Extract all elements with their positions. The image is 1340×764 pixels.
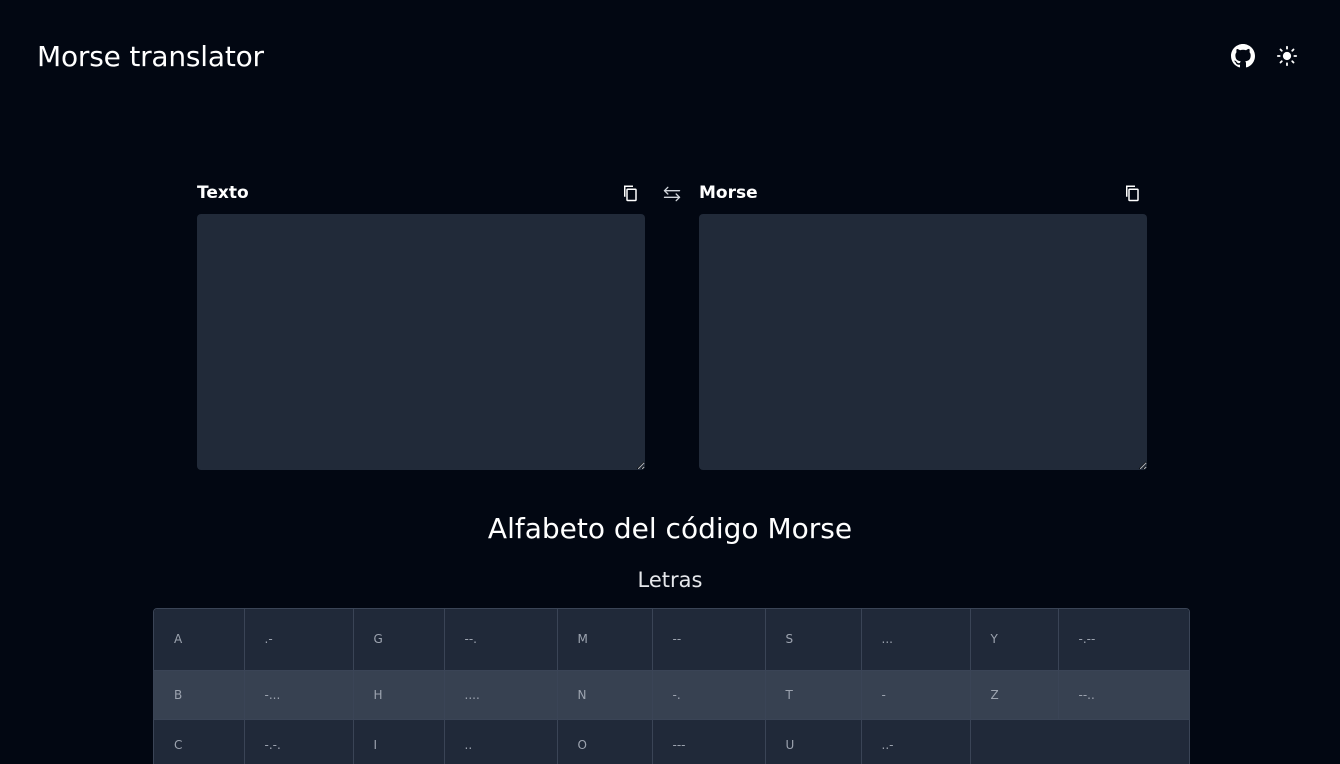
table-row: B -... H .... N -. T - Z --.. xyxy=(154,670,1189,720)
empty-cell xyxy=(970,719,1189,764)
swap-arrows-icon xyxy=(663,186,681,202)
letter-cell: G xyxy=(353,609,445,671)
letter-cell: O xyxy=(557,719,653,764)
alphabet-title: Alfabeto del código Morse xyxy=(487,512,853,545)
morse-cell: ... xyxy=(861,609,971,671)
morse-cell: --. xyxy=(444,609,558,671)
letter-cell: B xyxy=(154,670,245,720)
morse-label: Morse xyxy=(699,183,758,203)
copy-text-button[interactable] xyxy=(619,182,641,204)
letter-cell: M xyxy=(557,609,653,671)
letters-table: A .- G --. M -- S ... Y -.-- B -... H ..… xyxy=(154,609,1189,764)
morse-cell: --.. xyxy=(1058,670,1189,720)
morse-cell: -.-- xyxy=(1058,609,1189,671)
letter-cell: Y xyxy=(970,609,1059,671)
letters-title: Letras xyxy=(637,568,703,592)
table-row: A .- G --. M -- S ... Y -.-- xyxy=(154,609,1189,671)
morse-cell: .... xyxy=(444,670,558,720)
github-icon xyxy=(1231,44,1255,68)
table-row: C -.-. I .. O --- U ..- xyxy=(154,719,1189,764)
letter-cell: T xyxy=(765,670,862,720)
app-title: Morse translator xyxy=(37,40,264,73)
swap-button[interactable] xyxy=(660,182,684,206)
morse-cell: -.-. xyxy=(244,719,354,764)
letter-cell: I xyxy=(353,719,445,764)
text-label: Texto xyxy=(197,183,249,203)
text-input[interactable] xyxy=(197,214,645,470)
morse-input[interactable] xyxy=(699,214,1147,470)
github-link[interactable] xyxy=(1230,43,1256,69)
morse-panel: Morse xyxy=(699,180,1147,470)
theme-toggle-button[interactable] xyxy=(1274,43,1300,69)
text-panel-header: Texto xyxy=(197,180,645,206)
letter-cell: S xyxy=(765,609,862,671)
morse-panel-header: Morse xyxy=(699,180,1147,206)
morse-cell: -- xyxy=(652,609,766,671)
letter-cell: C xyxy=(154,719,245,764)
morse-cell: ..- xyxy=(861,719,971,764)
morse-cell: .- xyxy=(244,609,354,671)
letter-cell: A xyxy=(154,609,245,671)
morse-cell: - xyxy=(861,670,971,720)
letter-cell: Z xyxy=(970,670,1059,720)
morse-cell: -. xyxy=(652,670,766,720)
text-panel: Texto xyxy=(197,180,645,470)
morse-cell: .. xyxy=(444,719,558,764)
copy-morse-button[interactable] xyxy=(1121,182,1143,204)
morse-cell: --- xyxy=(652,719,766,764)
letter-cell: H xyxy=(353,670,445,720)
sun-icon xyxy=(1276,45,1298,67)
copy-icon xyxy=(624,185,637,202)
header-actions xyxy=(1230,43,1300,69)
morse-cell: -... xyxy=(244,670,354,720)
letter-cell: U xyxy=(765,719,862,764)
morse-alphabet-table: A .- G --. M -- S ... Y -.-- B -... H ..… xyxy=(153,608,1190,764)
letter-cell: N xyxy=(557,670,653,720)
copy-icon xyxy=(1126,185,1139,202)
